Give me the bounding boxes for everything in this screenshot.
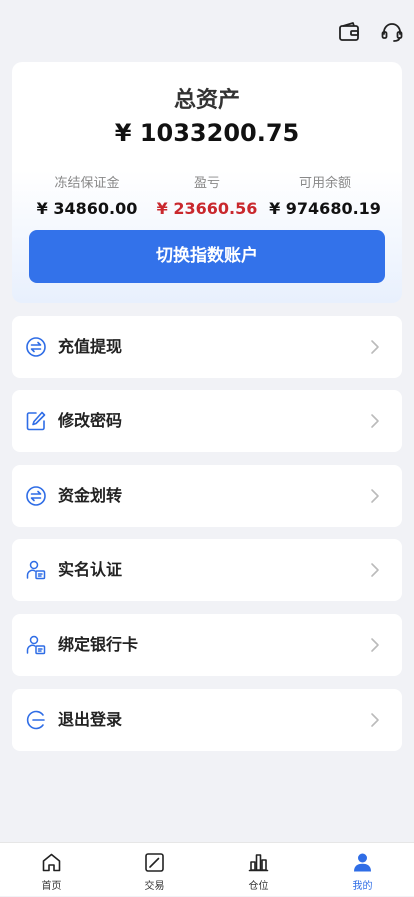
- tab-label: 首页: [41, 881, 62, 892]
- wallet-icon[interactable]: [337, 20, 361, 44]
- logout-icon: [25, 709, 47, 731]
- menu-item-fund-transfer[interactable]: 资金划转: [12, 465, 402, 527]
- chevron-right-icon: [370, 339, 380, 355]
- tab-home[interactable]: 首页: [0, 843, 103, 897]
- menu-label: 资金划转: [58, 486, 123, 505]
- tab-label: 交易: [144, 881, 165, 892]
- edit-icon: [25, 410, 47, 432]
- stat-value: ¥ 23660.56: [156, 199, 258, 218]
- asset-summary-card: 总资产 ¥ 1033200.75 冻结保证金 ¥ 34860.00 盈亏 ¥ 2…: [12, 62, 402, 303]
- bottom-tab-bar: 首页 交易 仓位 我的: [0, 842, 414, 896]
- stat-value: ¥ 974680.19: [269, 199, 381, 218]
- total-assets-value: ¥ 1033200.75: [114, 119, 300, 147]
- menu-item-real-name-verification[interactable]: 实名认证: [12, 539, 402, 601]
- id-badge-icon: [25, 559, 47, 581]
- chevron-right-icon: [370, 712, 380, 728]
- user-icon: [352, 852, 373, 873]
- stat-label: 冻结保证金: [54, 176, 120, 191]
- stat-label: 可用余额: [298, 176, 351, 191]
- switch-index-account-button[interactable]: 切换指数账户: [29, 230, 385, 283]
- trade-chart-icon: [144, 852, 165, 873]
- exchange-icon: [25, 485, 47, 507]
- menu-item-deposit-withdraw[interactable]: 充值提现: [12, 316, 402, 378]
- stat-value: ¥ 34860.00: [36, 199, 138, 218]
- id-badge-icon: [25, 634, 47, 656]
- menu-label: 退出登录: [58, 710, 123, 729]
- headset-icon[interactable]: [380, 20, 404, 44]
- profit-loss-stat: 盈亏 ¥ 23660.56: [142, 172, 272, 218]
- tab-label: 仓位: [248, 881, 269, 892]
- frozen-margin-stat: 冻结保证金 ¥ 34860.00: [22, 172, 152, 218]
- stat-label: 盈亏: [193, 176, 220, 191]
- tab-mine[interactable]: 我的: [311, 843, 414, 897]
- menu-label: 绑定银行卡: [58, 635, 139, 654]
- tab-position[interactable]: 仓位: [207, 843, 310, 897]
- exchange-icon: [25, 336, 47, 358]
- menu-item-change-password[interactable]: 修改密码: [12, 390, 402, 452]
- chevron-right-icon: [370, 488, 380, 504]
- chevron-right-icon: [370, 562, 380, 578]
- top-bar: [0, 0, 414, 62]
- tab-trade[interactable]: 交易: [103, 843, 206, 897]
- menu-label: 实名认证: [58, 560, 123, 579]
- chevron-right-icon: [370, 413, 380, 429]
- menu-item-bind-bank-card[interactable]: 绑定银行卡: [12, 614, 402, 676]
- tab-label: 我的: [352, 881, 373, 892]
- menu-item-logout[interactable]: 退出登录: [12, 689, 402, 751]
- home-icon: [41, 852, 62, 873]
- bar-chart-icon: [248, 852, 269, 873]
- menu-label: 充值提现: [58, 337, 123, 356]
- chevron-right-icon: [370, 637, 380, 653]
- available-balance-stat: 可用余额 ¥ 974680.19: [260, 172, 390, 218]
- total-assets-title: 总资产: [173, 88, 240, 113]
- menu-label: 修改密码: [58, 411, 123, 430]
